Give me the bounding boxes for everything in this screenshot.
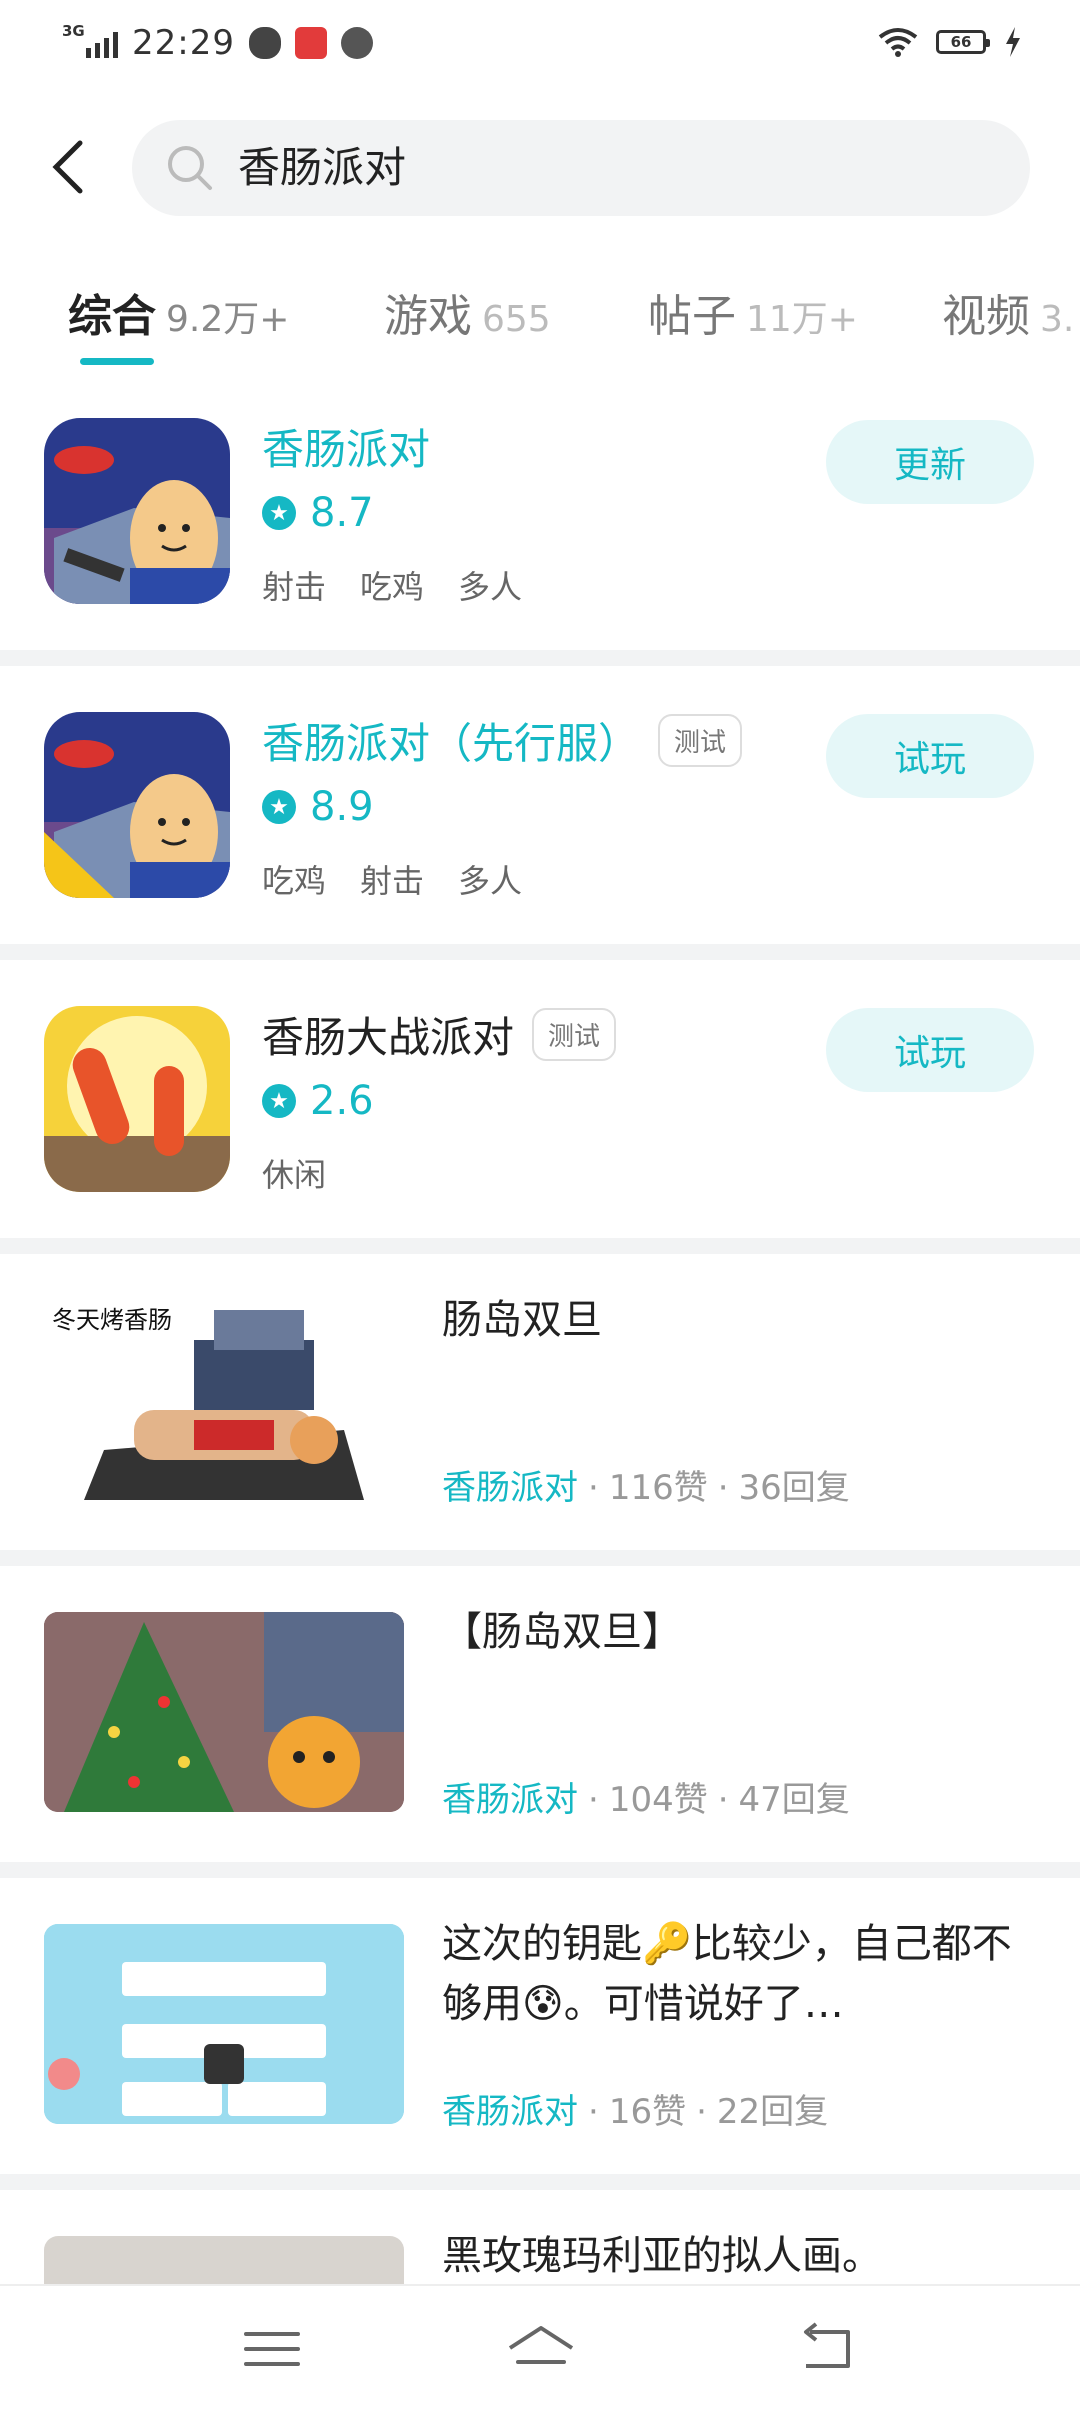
battery-icon: 66 bbox=[936, 30, 990, 54]
post-item[interactable]: 【肠岛双旦】 香肠派对 · 104赞 · 47回复 bbox=[0, 1566, 1080, 1862]
game-item[interactable]: 香肠大战派对 测试 ★ 2.6 休闲 试玩 bbox=[0, 960, 1080, 1238]
game-tag: 射击 bbox=[360, 862, 425, 900]
menu-icon[interactable] bbox=[242, 2322, 302, 2376]
game-tags: 射击 吃鸡 多人 bbox=[262, 562, 522, 608]
divider bbox=[0, 650, 1080, 666]
battery-level: 66 bbox=[950, 33, 972, 51]
wifi-icon bbox=[878, 28, 918, 57]
tab-count: 9.2万+ bbox=[166, 299, 290, 340]
game-rating: 8.9 bbox=[310, 784, 374, 830]
post-meta: 香肠派对 · 16赞 · 22回复 bbox=[442, 2092, 829, 2132]
post-thumbnail: 冬天烤香肠 bbox=[44, 1300, 404, 1500]
game-icon bbox=[44, 712, 230, 898]
system-nav-bar bbox=[0, 2284, 1080, 2410]
game-tags: 休闲 bbox=[262, 1150, 326, 1196]
game-tag: 多人 bbox=[458, 568, 523, 606]
tab-count: 655 bbox=[482, 299, 551, 340]
game-icon bbox=[44, 1006, 230, 1192]
post-likes: 116赞 bbox=[608, 1468, 708, 1508]
post-title: 肠岛双旦 bbox=[442, 1297, 602, 1343]
game-tags: 吃鸡 射击 多人 bbox=[262, 856, 522, 902]
test-badge: 测试 bbox=[658, 714, 743, 767]
game-rating: 2.6 bbox=[310, 1078, 374, 1124]
post-title: 黑玫瑰玛利亚的拟人画。 bbox=[442, 2233, 882, 2279]
game-title: 香肠大战派对 bbox=[262, 1013, 515, 1062]
post-likes: 104赞 bbox=[608, 1780, 708, 1820]
star-icon: ★ bbox=[262, 496, 296, 530]
game-title: 香肠派对 bbox=[262, 425, 431, 474]
back-button[interactable] bbox=[40, 132, 96, 202]
charging-bolt-icon bbox=[1006, 27, 1020, 57]
clock-icon bbox=[340, 27, 373, 59]
status-time: 22:29 bbox=[132, 23, 235, 63]
divider bbox=[0, 1862, 1080, 1878]
try-play-button[interactable]: 试玩 bbox=[826, 714, 1034, 798]
back-nav-icon[interactable] bbox=[796, 2322, 856, 2376]
tab-count: 3. bbox=[1040, 299, 1075, 340]
game-tag: 射击 bbox=[262, 568, 327, 606]
divider bbox=[0, 944, 1080, 960]
search-query: 香肠派对 bbox=[238, 143, 407, 192]
post-item[interactable]: 冬天烤香肠 肠岛双旦 香肠派对 · 116赞 · 36回复 bbox=[0, 1254, 1080, 1550]
chevron-left-icon bbox=[52, 140, 83, 194]
divider bbox=[0, 2174, 1080, 2190]
post-game-link[interactable]: 香肠派对 bbox=[442, 2092, 578, 2132]
tab-label: 视频 bbox=[942, 291, 1030, 342]
tab-videos[interactable]: 视频 3. bbox=[942, 280, 1074, 344]
tab-posts[interactable]: 帖子 11万+ bbox=[648, 280, 858, 344]
network-type: 3G bbox=[62, 22, 85, 40]
star-icon: ★ bbox=[262, 1084, 296, 1118]
tab-all[interactable]: 综合 9.2万+ bbox=[68, 280, 289, 344]
game-title: 香肠派对（先行服） bbox=[262, 719, 641, 768]
tab-label: 帖子 bbox=[648, 291, 736, 342]
star-icon: ★ bbox=[262, 790, 296, 824]
game-item[interactable]: 香肠派对 ★ 8.7 射击 吃鸡 多人 更新 bbox=[0, 372, 1080, 650]
post-meta: 香肠派对 · 104赞 · 47回复 bbox=[442, 1780, 850, 1820]
post-likes: 16赞 bbox=[608, 2092, 687, 2132]
search-tabs: 综合 9.2万+ 游戏 655 帖子 11万+ 视频 3. bbox=[0, 262, 1080, 374]
tab-indicator bbox=[80, 358, 154, 365]
wechat-icon bbox=[248, 27, 281, 59]
game-tag: 吃鸡 bbox=[262, 862, 327, 900]
try-play-button[interactable]: 试玩 bbox=[826, 1008, 1034, 1092]
tab-label: 游戏 bbox=[384, 291, 472, 342]
tab-label: 综合 bbox=[68, 291, 156, 342]
post-title: 【肠岛双旦】 bbox=[442, 1609, 682, 1655]
post-item[interactable]: 这次的钥匙🔑比较少，自己都不够用😰。可惜说好了… 香肠派对 · 16赞 · 22回复 bbox=[0, 1878, 1080, 2174]
tab-games[interactable]: 游戏 655 bbox=[384, 280, 551, 344]
divider bbox=[0, 1238, 1080, 1254]
post-thumbnail bbox=[44, 1924, 404, 2124]
post-thumbnail bbox=[44, 2236, 404, 2284]
app-notification-icon bbox=[294, 27, 327, 59]
post-title: 这次的钥匙🔑比较少，自己都不够用😰。可惜说好了… bbox=[442, 1921, 1012, 2027]
test-badge: 测试 bbox=[532, 1008, 617, 1061]
game-tag: 多人 bbox=[458, 862, 523, 900]
search-input[interactable]: 香肠派对 bbox=[132, 120, 1030, 216]
status-bar: 3G 22:29 66 bbox=[0, 0, 1080, 86]
post-game-link[interactable]: 香肠派对 bbox=[442, 1780, 578, 1820]
search-icon bbox=[168, 146, 212, 190]
post-replies: 22回复 bbox=[716, 2092, 829, 2132]
game-item[interactable]: 香肠派对（先行服） 测试 ★ 8.9 吃鸡 射击 多人 试玩 bbox=[0, 666, 1080, 944]
cellular-signal-icon: 3G bbox=[62, 22, 118, 58]
update-button[interactable]: 更新 bbox=[826, 420, 1034, 504]
post-thumbnail bbox=[44, 1612, 404, 1812]
tab-count: 11万+ bbox=[746, 299, 858, 340]
divider bbox=[0, 1550, 1080, 1566]
post-meta: 香肠派对 · 116赞 · 36回复 bbox=[442, 1468, 850, 1508]
game-tag: 吃鸡 bbox=[360, 568, 425, 606]
home-icon[interactable] bbox=[506, 2322, 576, 2376]
post-replies: 47回复 bbox=[738, 1780, 850, 1820]
game-rating: 8.7 bbox=[310, 490, 374, 536]
game-icon bbox=[44, 418, 230, 604]
post-game-link[interactable]: 香肠派对 bbox=[442, 1468, 578, 1508]
game-tag: 休闲 bbox=[262, 1156, 327, 1194]
post-replies: 36回复 bbox=[738, 1468, 850, 1508]
post-item[interactable]: 黑玫瑰玛利亚的拟人画。 bbox=[0, 2190, 1080, 2284]
